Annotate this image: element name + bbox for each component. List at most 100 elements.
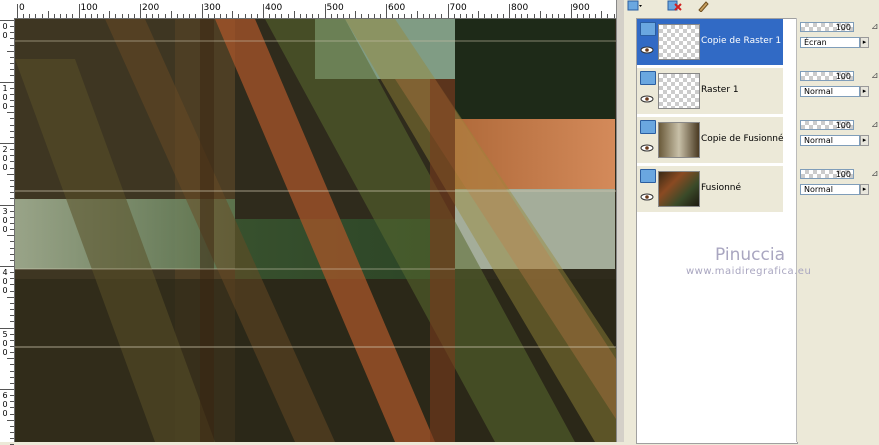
ruler-label: 0 [2, 163, 8, 172]
ruler-minor-tick [10, 309, 14, 311]
ruler-minor-tick [607, 14, 609, 18]
ruler-minor-tick [10, 272, 14, 274]
ruler-minor-tick [552, 14, 554, 18]
visibility-eye-icon[interactable] [640, 95, 654, 103]
blend-dropdown-arrow-icon[interactable]: ▸ [860, 184, 869, 195]
canvas-artwork [15, 19, 616, 442]
ruler-minor-tick [10, 352, 14, 354]
ruler-minor-tick [379, 14, 381, 18]
ruler-minor-tick [306, 14, 308, 18]
ruler-minor-tick [207, 14, 209, 18]
ruler-minor-tick [582, 14, 584, 18]
ruler-minor-tick [10, 32, 14, 34]
ruler-minor-tick [10, 278, 14, 280]
ruler-minor-tick [539, 11, 541, 18]
layer-row-fusionne[interactable]: Fusionné [637, 166, 783, 213]
layer-thumbnail [658, 73, 700, 109]
ruler-minor-tick [152, 14, 154, 18]
opacity-slider[interactable]: 100 [800, 120, 854, 130]
delete-layer-icon[interactable] [666, 0, 684, 12]
ruler-label: 6 [2, 391, 8, 400]
ruler-label: 500 [326, 3, 344, 13]
ruler-minor-tick [232, 11, 234, 18]
ruler-minor-tick [275, 14, 277, 18]
layers-toolbar [624, 0, 879, 13]
ruler-minor-tick [53, 14, 55, 18]
ruler-minor-tick [10, 395, 14, 397]
ruler-minor-tick [10, 192, 14, 194]
layer-row-raster-1[interactable]: Raster 1 [637, 68, 783, 115]
ruler-minor-tick [478, 11, 480, 18]
layer-name: Raster 1 [701, 85, 739, 95]
blend-dropdown-arrow-icon[interactable]: ▸ [860, 135, 869, 146]
ruler-major-tick [570, 4, 572, 18]
ruler-minor-tick [164, 14, 166, 18]
ruler-minor-tick [244, 14, 246, 18]
opacity-slider[interactable]: 100 [800, 22, 854, 32]
ruler-minor-tick [521, 14, 523, 18]
ruler-minor-tick [10, 155, 14, 157]
layer-row-copie-fusionne[interactable]: Copie de Fusionné [637, 117, 784, 164]
layer-list: Copie de Raster 1 Raster 1 Copie de Fusi… [636, 18, 806, 444]
ruler-minor-tick [256, 14, 258, 18]
ruler-minor-tick [564, 14, 566, 18]
ruler-minor-tick [170, 11, 172, 18]
visibility-eye-icon[interactable] [640, 193, 654, 201]
ruler-minor-tick [10, 321, 14, 323]
ruler-major-tick [0, 389, 14, 390]
ruler-major-tick [0, 143, 14, 144]
ruler-minor-tick [287, 14, 289, 18]
ruler-minor-tick [367, 14, 369, 18]
ruler-minor-tick [41, 14, 43, 18]
blend-dropdown-arrow-icon[interactable]: ▸ [860, 86, 869, 97]
watermark-url: www.maidiregrafica.eu [686, 266, 812, 277]
ruler-major-tick [0, 266, 14, 267]
ruler-minor-tick [10, 149, 14, 151]
blend-mode-select[interactable]: Écran [800, 37, 860, 48]
ruler-minor-tick [10, 63, 14, 65]
layer-properties-icon[interactable] [696, 0, 714, 13]
lock-icon[interactable]: ⊿ [871, 120, 879, 130]
ruler-label: 700 [449, 3, 467, 13]
ruler-minor-tick [10, 210, 14, 212]
ruler-minor-tick [7, 419, 14, 421]
blend-dropdown-arrow-icon[interactable]: ▸ [860, 37, 869, 48]
ruler-minor-tick [10, 93, 14, 95]
ruler-minor-tick [10, 284, 14, 286]
ruler-minor-tick [10, 99, 14, 101]
ruler-label: 0 [2, 338, 8, 348]
ruler-minor-tick [10, 75, 14, 77]
ruler-label: 300 [203, 3, 221, 13]
blend-mode-select[interactable]: Normal [800, 86, 860, 97]
layer-row-copie-raster-1[interactable]: Copie de Raster 1 [637, 19, 783, 66]
ruler-minor-tick [312, 14, 314, 18]
ruler-minor-tick [336, 14, 338, 18]
ruler-minor-tick [10, 364, 14, 366]
ruler-minor-tick [7, 358, 14, 360]
ruler-minor-tick [10, 229, 14, 231]
lock-icon[interactable]: ⊿ [871, 71, 879, 81]
ruler-minor-tick [10, 407, 14, 409]
opacity-slider[interactable]: 100 [800, 169, 854, 179]
ruler-minor-tick [90, 14, 92, 18]
ruler-minor-tick [10, 56, 14, 58]
raster-layer-icon [640, 120, 656, 134]
ruler-label: 900 [572, 3, 590, 13]
ruler-major-tick [78, 4, 80, 18]
ruler-label: 0 [2, 92, 8, 102]
ruler-label: 0 [2, 215, 8, 225]
lock-icon[interactable]: ⊿ [871, 169, 879, 179]
ruler-minor-tick [10, 44, 14, 46]
blend-mode-select[interactable]: Normal [800, 135, 860, 146]
blend-mode-select[interactable]: Normal [800, 184, 860, 195]
visibility-eye-icon[interactable] [640, 144, 654, 152]
lock-icon[interactable]: ⊿ [871, 22, 879, 32]
ruler-label: 0 [19, 3, 25, 13]
visibility-eye-icon[interactable] [640, 46, 654, 54]
opacity-slider[interactable]: 100 [800, 71, 854, 81]
ruler-minor-tick [96, 14, 98, 18]
image-canvas[interactable] [15, 19, 616, 442]
new-layer-icon[interactable] [626, 0, 644, 12]
ruler-minor-tick [527, 14, 529, 18]
ruler-label: 0 [2, 101, 8, 111]
